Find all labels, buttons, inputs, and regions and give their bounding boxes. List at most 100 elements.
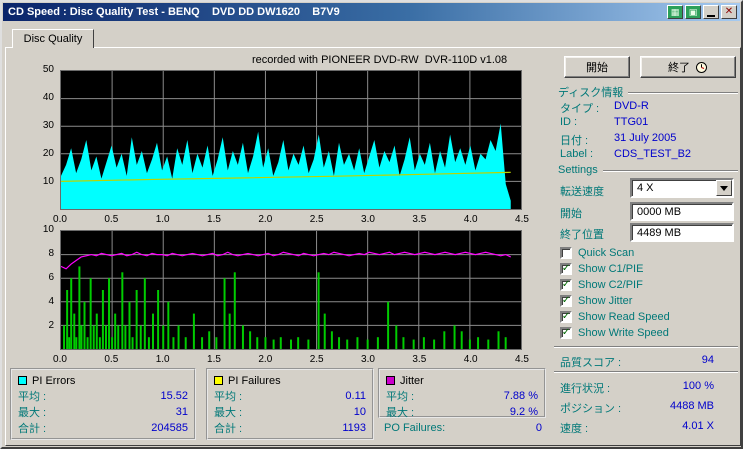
axis-tick-label: 40 <box>42 92 54 103</box>
start-position-label: 開始 <box>560 208 582 220</box>
axis-tick-label: 2.5 <box>309 354 324 365</box>
checkbox-show-c2-pif[interactable]: ✓ Show C2/PIF <box>560 278 643 292</box>
checkbox-label: Quick Scan <box>578 247 635 259</box>
axis-tick-label: 1.5 <box>207 214 221 225</box>
titlebar-extra-button-2[interactable]: ▣ <box>685 5 701 19</box>
progress-value: 100 % <box>682 380 714 392</box>
axis-tick-label: 20 <box>42 148 54 159</box>
checkbox-box[interactable]: ✓ <box>560 295 572 307</box>
axis-tick-label: 10 <box>42 176 54 187</box>
start-button-label: 開始 <box>586 62 608 74</box>
disc-date-value: 31 July 2005 <box>614 132 677 144</box>
pi-errors-statbox: PI Errors 平均 : 15.52 最大 : 31 合計 : 204585 <box>10 368 196 440</box>
divider <box>602 170 738 172</box>
checkbox-show-jitter[interactable]: ✓ Show Jitter <box>560 294 632 308</box>
exit-button[interactable]: 終了 <box>640 56 736 78</box>
window-title: CD Speed : Disc Quality Test - BENQ DVD … <box>8 6 340 18</box>
axis-tick-label: 1.5 <box>207 354 221 365</box>
exit-button-label: 終了 <box>668 62 690 74</box>
quality-score-label: 品質スコア : <box>560 357 622 369</box>
progress-label: 進行状況 : <box>560 383 611 395</box>
pi-failures-swatch <box>214 376 223 385</box>
chevron-down-icon[interactable] <box>716 180 732 196</box>
disc-id-value: TTG01 <box>614 116 649 128</box>
checkbox-label: Show C1/PIE <box>578 263 644 275</box>
axis-tick-label: 3.5 <box>412 214 427 225</box>
po-failures-row: PO Failures: 0 <box>384 422 542 434</box>
checkbox-show-read-speed[interactable]: ✓ Show Read Speed <box>560 310 670 324</box>
axis-tick-label: 8 <box>48 248 54 259</box>
divider <box>554 371 738 373</box>
speed-value: 4.01 X <box>682 420 714 432</box>
minimize-button[interactable] <box>703 5 719 19</box>
checkbox-label: Show Read Speed <box>578 311 670 323</box>
po-failures-label: PO Failures: <box>384 422 446 434</box>
checkbox-box[interactable] <box>560 247 572 259</box>
axis-tick-label: 3.5 <box>412 354 427 365</box>
axis-tick-label: 0.5 <box>104 354 119 365</box>
axis-tick-label: 6 <box>48 272 54 283</box>
checkbox-show-write-speed[interactable]: ✓ Show Write Speed <box>560 326 669 340</box>
start-position-field[interactable]: 0000 MB <box>630 202 734 221</box>
checkbox-box[interactable]: ✓ <box>560 279 572 291</box>
axis-tick-label: 4 <box>48 296 54 307</box>
axis-tick-label: 10 <box>42 224 54 235</box>
checkbox-label: Show Jitter <box>578 295 633 307</box>
disc-label-value: CDS_TEST_B2 <box>614 148 692 160</box>
stat-value: 31 <box>175 406 188 418</box>
titlebar[interactable]: CD Speed : Disc Quality Test - BENQ DVD … <box>3 3 740 21</box>
stat-label: 平均 : <box>386 391 415 403</box>
disc-label-label: Label : <box>560 148 594 160</box>
pi-failures-jitter-chart <box>60 230 522 350</box>
pi-errors-swatch <box>18 376 27 385</box>
tab-disc-quality[interactable]: Disc Quality <box>12 29 94 48</box>
transfer-speed-label: 転送速度 <box>560 186 604 198</box>
position-value: 4488 MB <box>669 400 714 412</box>
start-button[interactable]: 開始 <box>564 56 630 78</box>
axis-tick-label: 4.5 <box>515 354 529 365</box>
checkbox-label: Show Write Speed <box>578 327 669 339</box>
stat-value: 7.88 % <box>503 390 538 402</box>
checkbox-box[interactable]: ✓ <box>560 311 572 323</box>
po-failures-value: 0 <box>535 422 542 434</box>
close-icon: ✕ <box>724 6 734 17</box>
checkbox-label: Show C2/PIF <box>578 279 643 291</box>
stat-label: 最大 : <box>386 407 415 419</box>
speed-select[interactable]: 4 X <box>630 178 734 198</box>
checkbox-show-c1-pie[interactable]: ✓ Show C1/PIE <box>560 262 643 276</box>
stat-value: 204585 <box>151 422 188 434</box>
stat-label: 最大 : <box>18 407 47 419</box>
disc-type-value: DVD-R <box>614 100 649 112</box>
disc-info-header: ディスク情報 <box>558 84 738 100</box>
panel-icon: ▣ <box>688 6 698 17</box>
titlebar-buttons: ▦ ▣ ✕ <box>667 5 737 19</box>
statbox-title: PI Failures <box>228 374 281 387</box>
axis-tick-label: 4.0 <box>463 214 478 225</box>
stat-value: 10 <box>353 406 366 418</box>
axis-tick-label: 2.0 <box>258 214 273 225</box>
end-position-field[interactable]: 4489 MB <box>630 223 734 242</box>
grid-icon: ▦ <box>670 6 680 17</box>
divider <box>628 92 738 94</box>
stat-label: 平均 : <box>18 391 47 403</box>
axis-tick-label: 4.0 <box>463 354 478 365</box>
axis-tick-label: 3.0 <box>361 214 375 225</box>
settings-header-label: Settings <box>558 164 598 176</box>
checkbox-box[interactable]: ✓ <box>560 327 572 339</box>
speed-label: 速度 : <box>560 423 589 435</box>
checkbox-box[interactable]: ✓ <box>560 263 572 275</box>
divider <box>554 346 738 348</box>
jitter-swatch <box>386 376 395 385</box>
stat-label: 平均 : <box>214 391 243 403</box>
app-window: CD Speed : Disc Quality Test - BENQ DVD … <box>0 0 743 449</box>
disc-info-header-label: ディスク情報 <box>558 87 624 99</box>
titlebar-extra-button-1[interactable]: ▦ <box>667 5 683 19</box>
clock-icon <box>696 61 707 73</box>
recorded-with-text: recorded with PIONEER DVD-RW DVR-110D v1… <box>252 54 508 66</box>
axis-tick-label: 30 <box>42 120 54 131</box>
stat-label: 合計 : <box>214 423 243 435</box>
checkbox-quick-scan[interactable]: Quick Scan <box>560 246 634 260</box>
close-button[interactable]: ✕ <box>721 5 737 19</box>
statbox-title: Jitter <box>400 374 424 387</box>
axis-tick-label: 2.0 <box>258 354 273 365</box>
